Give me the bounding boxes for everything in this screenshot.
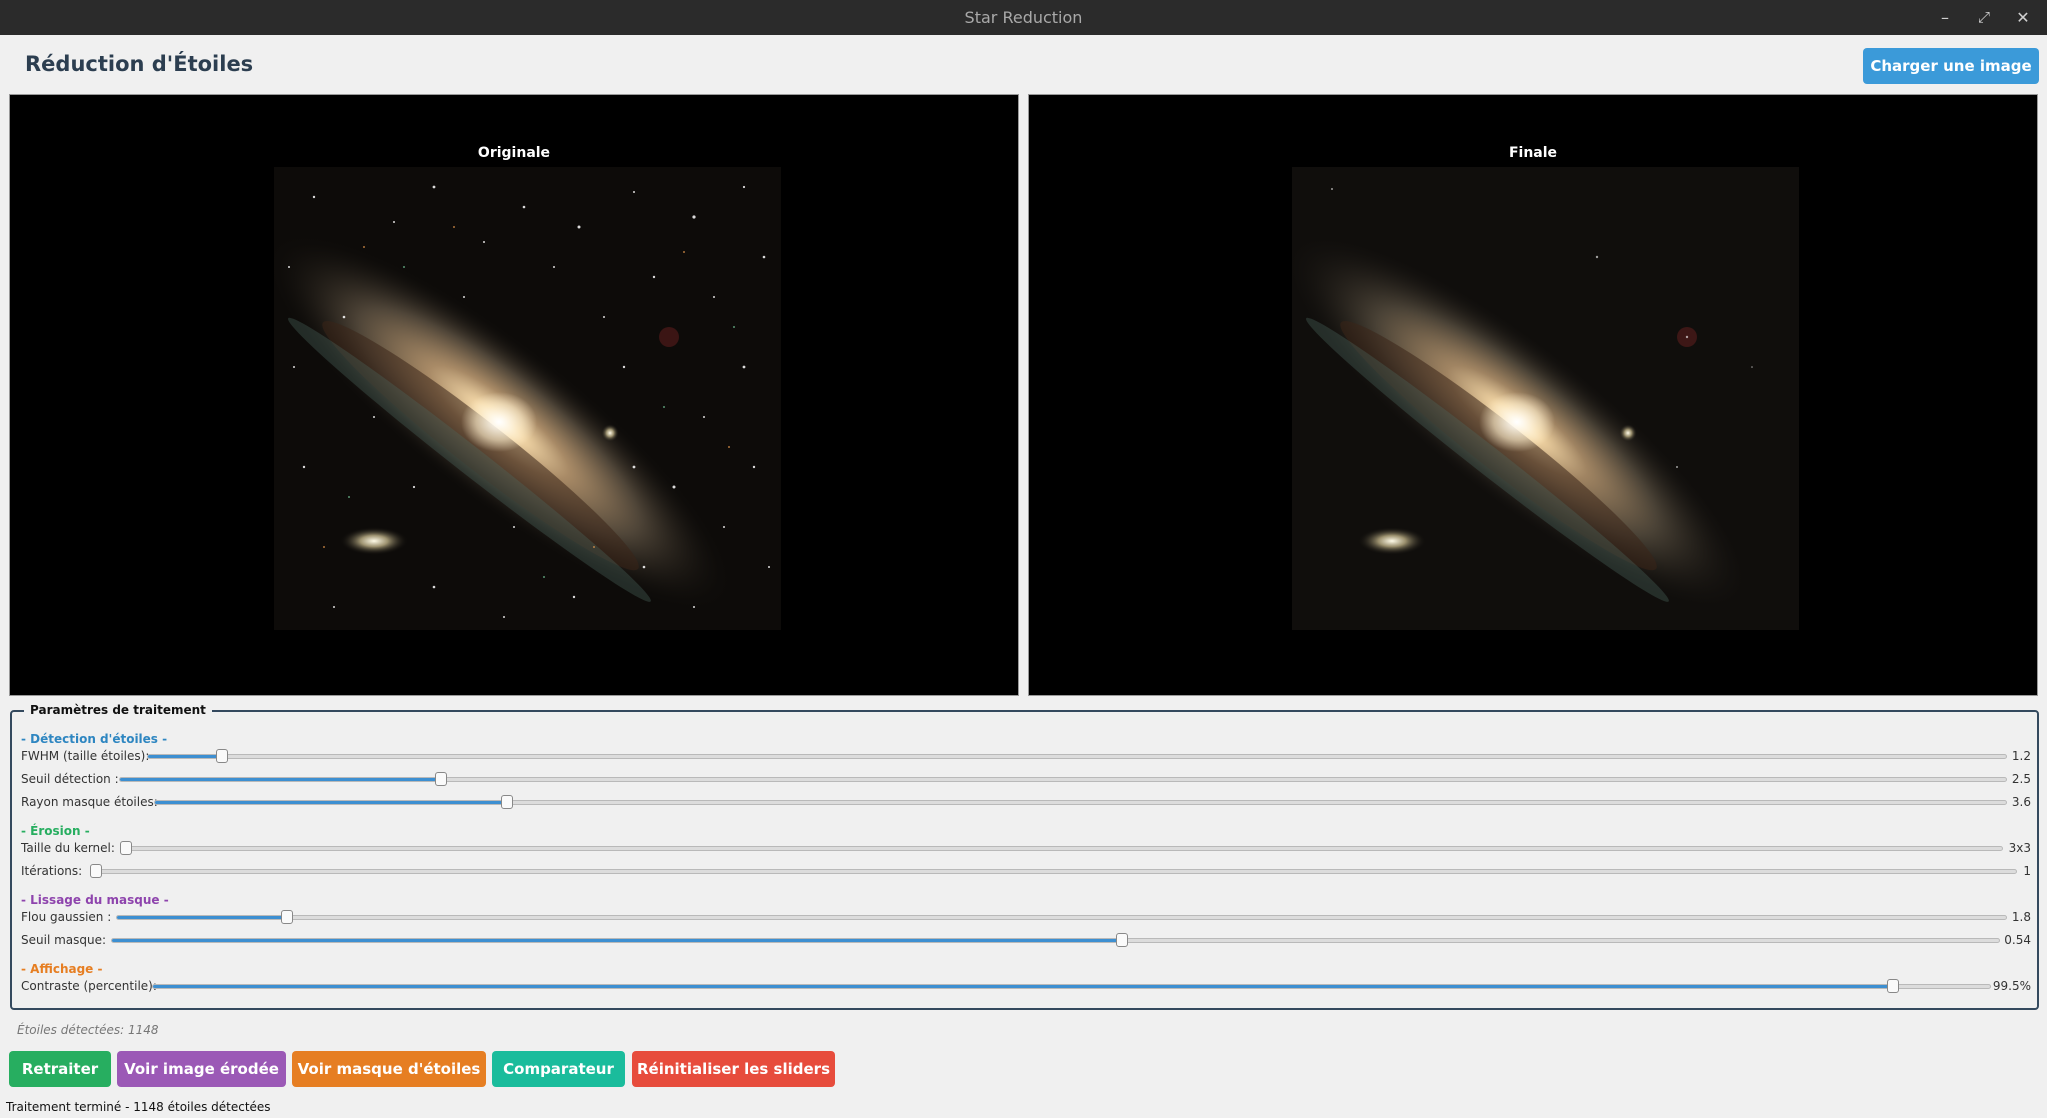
final-galaxy-image xyxy=(1292,167,1799,630)
blur-slider-row: Flou gaussien : 1.8 xyxy=(21,907,2031,927)
window-title: Star Reduction xyxy=(964,8,1083,27)
blur-slider-fill xyxy=(117,916,287,919)
contrast-slider[interactable] xyxy=(152,979,1991,993)
stars-detected-count: Étoiles détectées: 1148 xyxy=(17,1023,159,1037)
maximize-icon[interactable]: ⤢ xyxy=(1969,0,1999,35)
reset-sliders-button[interactable]: Réinitialiser les sliders xyxy=(632,1051,835,1087)
mask-radius-value: 3.6 xyxy=(2011,795,2031,809)
iterations-label: Itérations: xyxy=(21,864,83,878)
mask-radius-slider-fill xyxy=(155,801,507,804)
fwhm-slider-fill xyxy=(148,755,223,758)
blur-slider[interactable] xyxy=(116,910,2007,924)
detection-section-title: - Détection d'étoiles - xyxy=(21,732,168,746)
contrast-slider-handle[interactable] xyxy=(1886,979,1899,993)
mask-radius-slider[interactable] xyxy=(154,795,2007,809)
mask-threshold-value: 0.54 xyxy=(2004,933,2031,947)
mask-threshold-label: Seuil masque: xyxy=(21,933,107,947)
close-icon[interactable]: ✕ xyxy=(2008,0,2038,35)
mask-threshold-slider-fill xyxy=(112,939,1122,942)
fwhm-value: 1.2 xyxy=(2011,749,2031,763)
mask-threshold-slider-row: Seuil masque: 0.54 xyxy=(21,930,2031,950)
kernel-value: 3x3 xyxy=(2008,841,2031,855)
fwhm-slider-handle[interactable] xyxy=(216,749,229,763)
iterations-slider[interactable] xyxy=(90,864,2017,878)
blur-value: 1.8 xyxy=(2011,910,2031,924)
iterations-slider-handle[interactable] xyxy=(90,864,102,878)
processing-parameters-group: Paramètres de traitement - Détection d'é… xyxy=(10,703,2039,1010)
threshold-slider-fill xyxy=(120,778,441,781)
threshold-slider-handle[interactable] xyxy=(434,772,447,786)
threshold-value: 2.5 xyxy=(2011,772,2031,786)
blur-label: Flou gaussien : xyxy=(21,910,112,924)
mask-radius-label: Rayon masque étoiles: xyxy=(21,795,158,809)
original-panel-title: Originale xyxy=(477,145,551,161)
fwhm-slider[interactable] xyxy=(147,749,2007,763)
reprocess-button[interactable]: Retraiter xyxy=(9,1051,111,1087)
status-bar-text: Traitement terminé - 1148 étoiles détect… xyxy=(6,1100,271,1114)
contrast-slider-row: Contraste (percentile): 99.5% xyxy=(21,976,2031,996)
mask-threshold-slider[interactable] xyxy=(111,933,2000,947)
comparator-button[interactable]: Comparateur xyxy=(492,1051,625,1087)
kernel-slider-row: Taille du kernel: 3x3 xyxy=(21,838,2031,858)
mask-radius-slider-row: Rayon masque étoiles: 3.6 xyxy=(21,792,2031,812)
original-image-panel: Originale xyxy=(9,94,1019,696)
fwhm-slider-row: FWHM (taille étoiles): 1.2 xyxy=(21,746,2031,766)
iterations-value: 1 xyxy=(2023,864,2031,878)
final-panel-title: Finale xyxy=(1508,145,1558,161)
window-titlebar: Star Reduction – ⤢ ✕ xyxy=(0,0,2047,35)
erosion-section-title: - Érosion - xyxy=(21,824,90,838)
threshold-slider-row: Seuil détection : 2.5 xyxy=(21,769,2031,789)
contrast-slider-fill xyxy=(153,985,1893,988)
contrast-value: 99.5% xyxy=(1992,979,2031,993)
view-star-mask-button[interactable]: Voir masque d'étoiles xyxy=(292,1051,486,1087)
contrast-label: Contraste (percentile): xyxy=(21,979,157,993)
page-title: Réduction d'Étoiles xyxy=(25,52,254,76)
threshold-label: Seuil détection : xyxy=(21,772,119,786)
original-galaxy-image xyxy=(274,167,781,630)
display-section-title: - Affichage - xyxy=(21,962,103,976)
iterations-slider-row: Itérations: 1 xyxy=(21,861,2031,881)
final-image-panel: Finale xyxy=(1028,94,2038,696)
mask-radius-slider-handle[interactable] xyxy=(500,795,513,809)
parameters-legend: Paramètres de traitement xyxy=(24,703,212,717)
kernel-slider-handle[interactable] xyxy=(120,841,132,855)
load-image-button[interactable]: Charger une image xyxy=(1863,48,2039,84)
smoothing-section-title: - Lissage du masque - xyxy=(21,893,169,907)
view-eroded-image-button[interactable]: Voir image érodée xyxy=(117,1051,286,1087)
mask-threshold-slider-handle[interactable] xyxy=(1115,933,1128,947)
blur-slider-handle[interactable] xyxy=(281,910,293,924)
threshold-slider[interactable] xyxy=(119,772,2007,786)
kernel-label: Taille du kernel: xyxy=(21,841,115,855)
fwhm-label: FWHM (taille étoiles): xyxy=(21,749,150,763)
kernel-slider[interactable] xyxy=(120,841,2003,855)
minimize-icon[interactable]: – xyxy=(1930,0,1960,35)
